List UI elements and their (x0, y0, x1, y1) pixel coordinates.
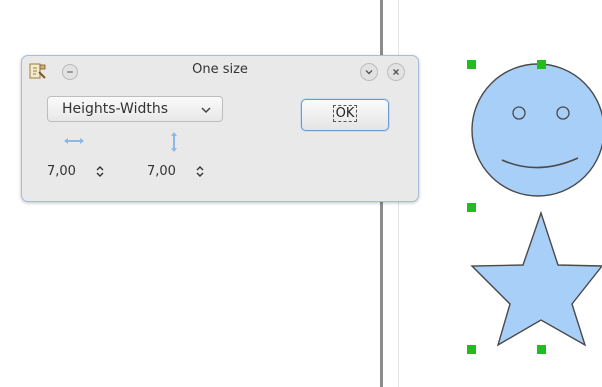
one-size-dialog: One size Heights-Widths OK 7,00 7,00 (21, 55, 419, 202)
selection-handle[interactable] (467, 203, 476, 212)
dialog-title: One size (192, 62, 248, 77)
width-value: 7,00 (47, 164, 76, 179)
smiley-shape[interactable] (471, 63, 602, 197)
chevron-down-icon (201, 107, 211, 114)
spin-arrows-icon[interactable] (195, 165, 205, 178)
selection-handle[interactable] (467, 345, 476, 354)
dialog-titlebar[interactable]: One size (22, 56, 418, 86)
selection-handle[interactable] (537, 345, 546, 354)
selection-handle[interactable] (467, 60, 476, 69)
size-mode-select[interactable]: Heights-Widths (47, 96, 223, 122)
size-mode-label: Heights-Widths (62, 101, 169, 117)
height-spinbox[interactable]: 7,00 (147, 163, 209, 181)
selection-handle[interactable] (537, 60, 546, 69)
vertical-resize-icon (171, 132, 177, 152)
ok-button-label: OK (332, 105, 358, 122)
chevron-down-icon[interactable] (360, 63, 378, 81)
star-shape[interactable] (470, 210, 602, 347)
width-spinbox[interactable]: 7,00 (47, 163, 109, 181)
horizontal-resize-icon (64, 138, 84, 144)
spin-arrows-icon[interactable] (95, 165, 105, 178)
ok-button[interactable]: OK (301, 99, 389, 131)
close-icon[interactable] (387, 63, 405, 81)
height-value: 7,00 (147, 164, 176, 179)
